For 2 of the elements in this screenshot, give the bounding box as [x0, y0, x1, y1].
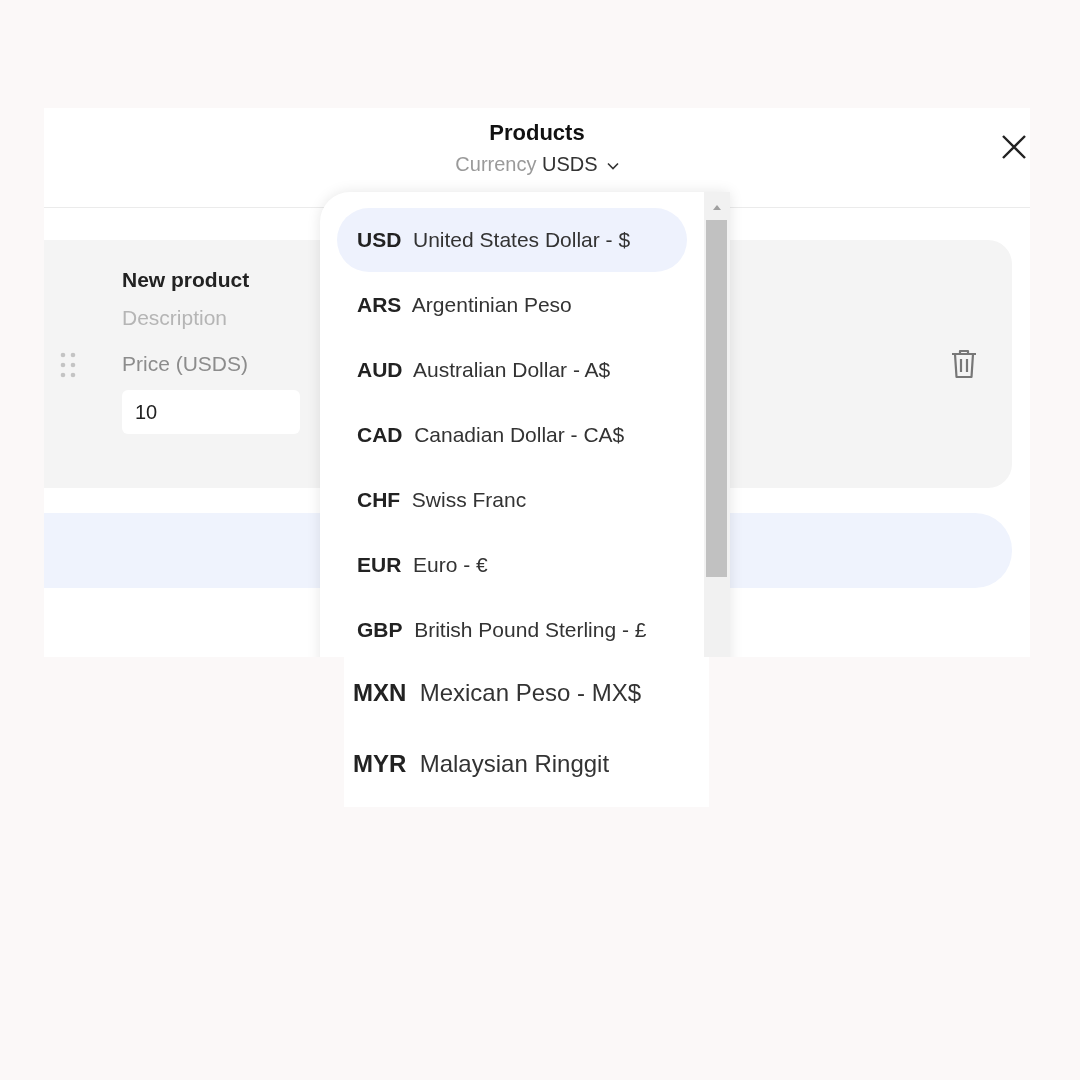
- dialog-title: Products: [489, 120, 585, 146]
- price-label: Price (USDS): [122, 352, 249, 376]
